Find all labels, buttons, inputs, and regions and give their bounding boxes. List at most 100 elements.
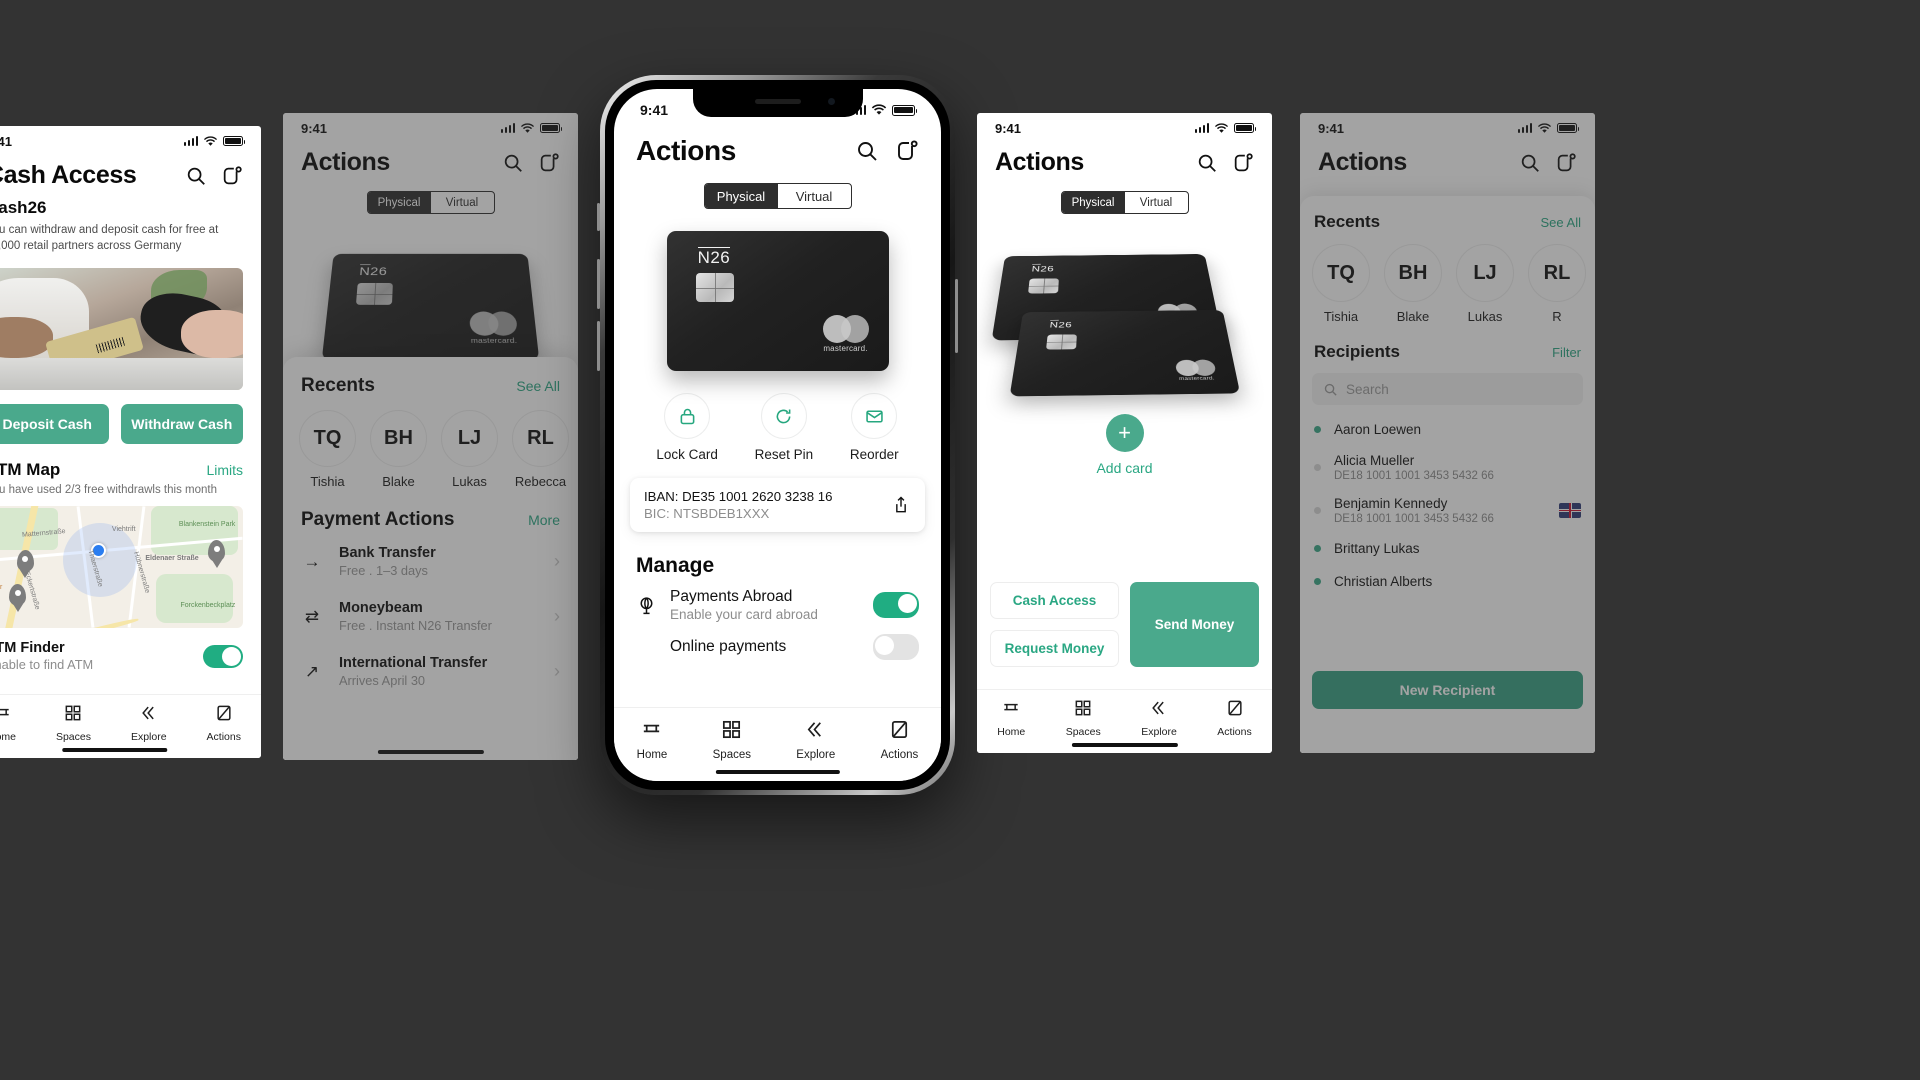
search-icon[interactable] (185, 165, 207, 187)
segment-virtual[interactable]: Virtual (1125, 192, 1188, 213)
recipients-search-field[interactable]: Search (1312, 373, 1583, 405)
tab-label: Home (636, 749, 668, 761)
power-button[interactable] (955, 279, 958, 353)
battery-icon (223, 136, 246, 146)
share-icon[interactable] (891, 495, 911, 515)
tab-spaces[interactable]: Spaces (713, 718, 751, 763)
add-card-block[interactable]: + Add card (977, 414, 1272, 476)
online-payments-toggle[interactable] (873, 634, 919, 660)
tab-actions[interactable]: Actions (207, 703, 241, 745)
volume-up-button[interactable] (597, 259, 600, 309)
status-icons (500, 122, 563, 134)
segment-virtual[interactable]: Virtual (778, 184, 851, 208)
notifications-icon[interactable] (1555, 152, 1577, 174)
online-payments-row[interactable]: Online payments (614, 622, 941, 660)
chevron-right-icon: › (554, 661, 560, 681)
tab-label: Spaces (55, 731, 91, 743)
tab-spaces[interactable]: Spaces (1066, 698, 1101, 740)
reorder-action[interactable]: Reorder (850, 393, 899, 464)
recent-contact[interactable]: LJ Lukas (441, 410, 498, 489)
tab-home[interactable]: Home (636, 718, 668, 763)
search-icon[interactable] (1196, 152, 1218, 174)
search-icon (1323, 382, 1338, 397)
notifications-icon[interactable] (895, 139, 919, 163)
notifications-icon[interactable] (221, 165, 243, 187)
tab-label: Explore (1141, 726, 1177, 738)
recipient-name: Benjamin Kennedy (1334, 496, 1448, 511)
atm-finder-row[interactable]: ATM Finder Enable to find ATM (0, 628, 261, 672)
lock-card-action[interactable]: Lock Card (656, 393, 718, 464)
card-stack[interactable]: N26 mastercard. N26 mastercard. (977, 228, 1272, 408)
segment-virtual[interactable]: Virtual (431, 192, 494, 213)
recent-contact[interactable]: RL R (1528, 244, 1586, 324)
atm-finder-toggle[interactable] (203, 644, 243, 668)
request-money-button[interactable]: Request Money (990, 630, 1119, 667)
status-dot-icon (1314, 426, 1321, 433)
reset-pin-action[interactable]: Reset Pin (754, 393, 814, 464)
recent-contact[interactable]: TQ Tishia (299, 410, 356, 489)
card-type-segmented-control[interactable]: Physical Virtual (366, 191, 495, 214)
recent-contact[interactable]: RL Rebecca (512, 410, 569, 489)
tab-spaces[interactable]: Spaces (56, 703, 91, 745)
tab-actions[interactable]: Actions (1217, 698, 1252, 740)
segment-physical[interactable]: Physical (704, 184, 778, 208)
recent-contact[interactable]: TQ Tishia (1312, 244, 1370, 324)
card-art[interactable]: N26 mastercard. (666, 231, 889, 371)
segment-physical[interactable]: Physical (1061, 192, 1125, 213)
recents-title: Recents (1314, 212, 1381, 231)
recipients-title: Recipients (1314, 342, 1400, 361)
recipient-row[interactable]: Brittany Lukas (1300, 532, 1595, 565)
envelope-icon (851, 393, 898, 439)
segment-physical[interactable]: Physical (367, 192, 431, 213)
avatar: LJ (441, 410, 498, 467)
withdraw-cash-button[interactable]: Withdraw Cash (120, 404, 243, 445)
status-icons (1517, 122, 1580, 134)
tab-home[interactable]: Home (0, 703, 16, 745)
cash-access-button[interactable]: Cash Access (990, 582, 1119, 619)
mute-switch[interactable] (597, 203, 600, 231)
atm-map[interactable]: Matternstraße Viehtrift Eldenaer Straße … (0, 506, 243, 629)
notifications-icon[interactable] (538, 152, 560, 174)
see-all-link[interactable]: See All (516, 378, 560, 394)
search-icon[interactable] (855, 139, 879, 163)
payment-action-row[interactable]: → Bank Transfer Free . 1–3 days › (283, 531, 578, 589)
tab-explore[interactable]: Explore (131, 703, 167, 745)
card-type-segmented-control[interactable]: Physical Virtual (1060, 191, 1189, 214)
card-art[interactable]: N26 mastercard. (321, 253, 540, 361)
search-icon[interactable] (502, 152, 524, 174)
deposit-cash-button[interactable]: Deposit Cash (0, 404, 109, 445)
card-type-segmented-control[interactable]: Physical Virtual (703, 183, 852, 209)
payments-abroad-toggle[interactable] (873, 592, 919, 618)
card-art-front: N26 mastercard. (1009, 309, 1241, 397)
wifi-icon (1537, 122, 1552, 133)
new-recipient-button[interactable]: New Recipient (1312, 671, 1583, 709)
iban-card[interactable]: IBAN: DE35 1001 2620 3238 16 BIC: NTSBDE… (630, 478, 925, 532)
payment-action-row[interactable]: ⇄ Moneybeam Free . Instant N26 Transfer … (283, 589, 578, 644)
tab-home[interactable]: Home (997, 698, 1025, 740)
tab-actions[interactable]: Actions (881, 718, 918, 763)
recipient-row[interactable]: Alicia Mueller DE18 1001 1001 3453 5432 … (1300, 446, 1595, 489)
action-label: Reset Pin (754, 447, 814, 462)
limits-text: You have used 2/3 free withdrawls this m… (0, 484, 217, 497)
recent-contact[interactable]: BH Blake (370, 410, 427, 489)
add-card-plus-icon: + (1105, 414, 1144, 452)
payment-action-row[interactable]: ↗ International Transfer Arrives April 3… (283, 644, 578, 699)
recent-contact[interactable]: BH Blake (1384, 244, 1442, 324)
recipient-row[interactable]: Benjamin Kennedy DE18 1001 1001 3453 543… (1300, 489, 1595, 532)
payments-abroad-row[interactable]: Payments Abroad Enable your card abroad (614, 578, 941, 622)
recent-contact[interactable]: LJ Lukas (1456, 244, 1514, 324)
battery-icon (1234, 123, 1257, 133)
recipient-row[interactable]: Aaron Loewen (1300, 413, 1595, 446)
battery-icon (1557, 123, 1580, 133)
more-link[interactable]: More (528, 512, 560, 528)
see-all-link[interactable]: See All (1541, 215, 1581, 230)
volume-down-button[interactable] (597, 321, 600, 371)
send-money-button[interactable]: Send Money (1130, 582, 1259, 667)
filter-link[interactable]: Filter (1552, 345, 1581, 360)
notifications-icon[interactable] (1232, 152, 1254, 174)
recipient-row[interactable]: Christian Alberts (1300, 565, 1595, 598)
tab-explore[interactable]: Explore (1141, 698, 1177, 740)
search-icon[interactable] (1519, 152, 1541, 174)
tab-explore[interactable]: Explore (796, 718, 835, 763)
limits-link[interactable]: Limits (206, 462, 243, 478)
